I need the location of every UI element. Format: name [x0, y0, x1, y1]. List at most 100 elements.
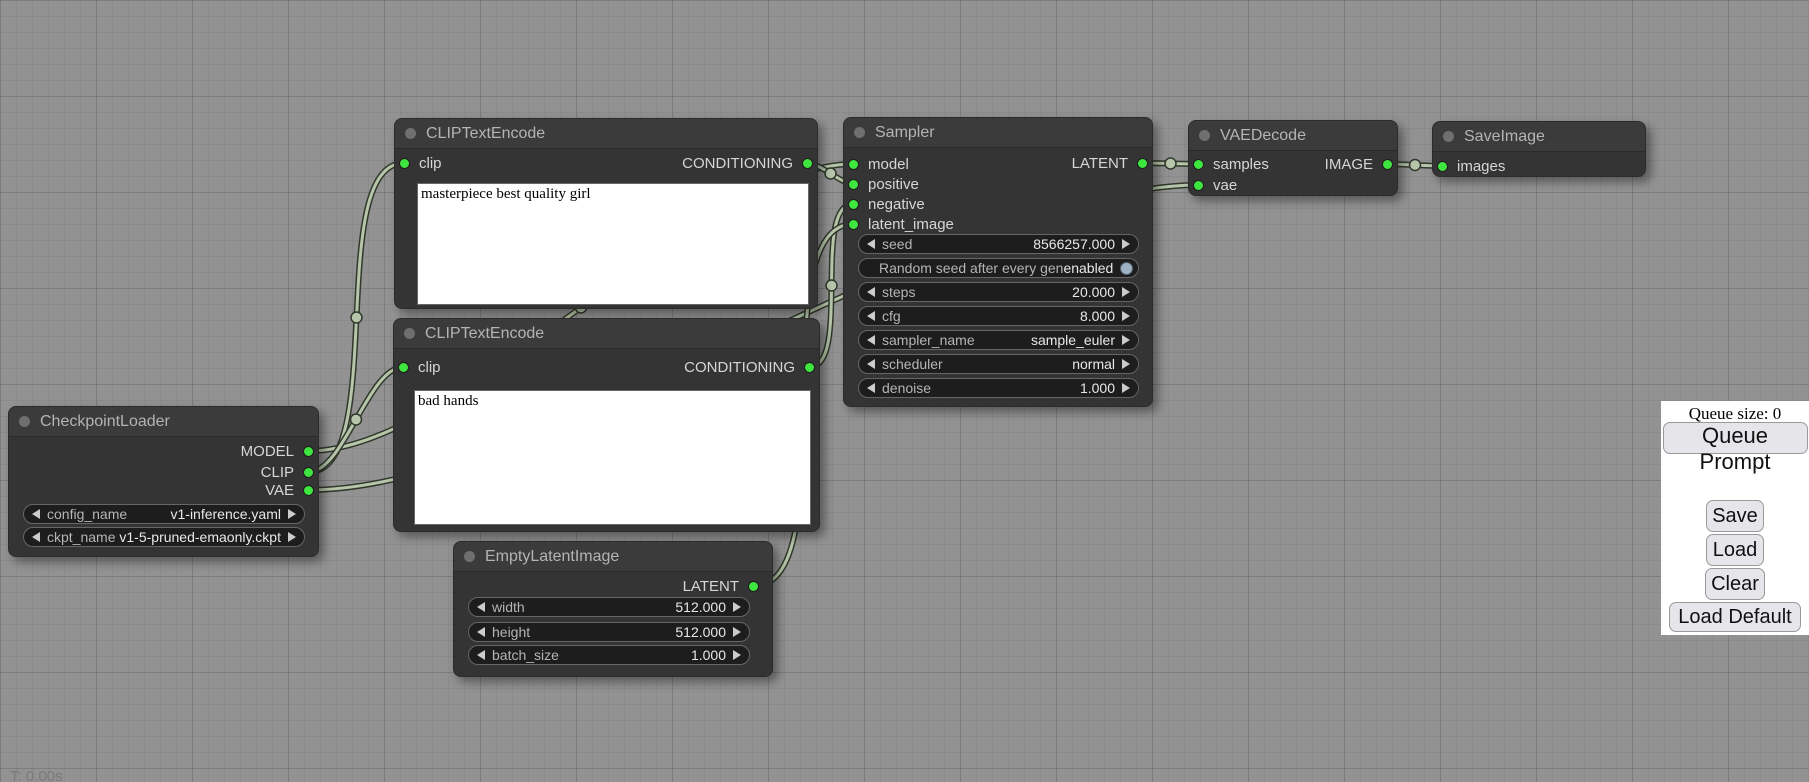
prompt-textarea[interactable]: masterpiece best quality girl [417, 183, 809, 305]
widget-value: sample_euler [1031, 332, 1115, 348]
slot-label: LATENT [1072, 155, 1128, 172]
output-dot-model[interactable] [303, 446, 314, 457]
input-dot-negative[interactable] [848, 199, 859, 210]
widget-value: 512.000 [675, 599, 726, 615]
prompt-textarea[interactable]: bad hands [414, 390, 811, 525]
node-title-bar[interactable]: CheckpointLoader [9, 407, 318, 437]
widget-width[interactable]: width 512.000 [468, 597, 750, 617]
node-clip-text-encode-positive[interactable]: CLIPTextEncode clip CONDITIONING masterp… [394, 118, 818, 309]
widget-value: 8.000 [1080, 308, 1115, 324]
decrement-arrow-icon[interactable] [477, 627, 485, 637]
widget-height[interactable]: height 512.000 [468, 622, 750, 642]
slot-label: LATENT [683, 578, 739, 595]
decrement-arrow-icon[interactable] [477, 650, 485, 660]
decrement-arrow-icon[interactable] [867, 239, 875, 249]
increment-arrow-icon[interactable] [733, 602, 741, 612]
queue-prompt-button[interactable]: Queue Prompt [1663, 422, 1808, 454]
output-dot-latent[interactable] [1137, 158, 1148, 169]
decrement-arrow-icon[interactable] [867, 287, 875, 297]
decrement-arrow-icon[interactable] [867, 335, 875, 345]
node-collapse-dot-icon[interactable] [405, 128, 416, 139]
input-slot-positive: positive [844, 174, 1152, 194]
output-slot-clip: CLIP [9, 462, 318, 482]
node-title-bar[interactable]: VAEDecode [1189, 121, 1397, 151]
widget-cfg[interactable]: cfg 8.000 [858, 306, 1139, 326]
increment-arrow-icon[interactable] [733, 650, 741, 660]
slot-label: negative [868, 196, 925, 213]
node-clip-text-encode-negative[interactable]: CLIPTextEncode clip CONDITIONING bad han… [393, 318, 820, 532]
input-dot-vae[interactable] [1193, 180, 1204, 191]
clear-button[interactable]: Clear [1705, 568, 1765, 600]
node-collapse-dot-icon[interactable] [464, 551, 475, 562]
widget-random-seed-toggle[interactable]: Random seed after every gen enabled [858, 258, 1139, 278]
save-button[interactable]: Save [1706, 500, 1764, 532]
decrement-arrow-icon[interactable] [867, 383, 875, 393]
slot-label: CONDITIONING [684, 359, 795, 376]
decrement-arrow-icon[interactable] [32, 532, 40, 542]
node-save-image[interactable]: SaveImage images [1432, 121, 1646, 177]
decrement-arrow-icon[interactable] [867, 311, 875, 321]
widget-steps[interactable]: steps 20.000 [858, 282, 1139, 302]
widget-label: Random seed after every gen [879, 260, 1063, 276]
node-vae-decode[interactable]: VAEDecode samples vae IMAGE [1188, 120, 1398, 196]
queue-menu-panel: Queue size: 0 Queue Prompt Save Load Cle… [1661, 401, 1809, 635]
node-collapse-dot-icon[interactable] [1443, 131, 1454, 142]
node-title-bar[interactable]: EmptyLatentImage [454, 542, 772, 572]
output-slot-vae: VAE [9, 480, 318, 500]
output-dot-latent[interactable] [748, 581, 759, 592]
node-title-bar[interactable]: Sampler [844, 118, 1152, 148]
output-dot-image[interactable] [1382, 159, 1393, 170]
graph-canvas[interactable]: CheckpointLoader MODEL CLIP VAE config_n… [0, 0, 1809, 782]
widget-value: 1.000 [691, 647, 726, 663]
increment-arrow-icon[interactable] [288, 532, 296, 542]
node-title-bar[interactable]: CLIPTextEncode [395, 119, 817, 149]
widget-ckpt-name[interactable]: ckpt_name v1-5-pruned-emaonly.ckpt [23, 527, 305, 547]
widget-sampler-name[interactable]: sampler_name sample_euler [858, 330, 1139, 350]
node-title-bar[interactable]: SaveImage [1433, 122, 1645, 152]
widget-value: 20.000 [1072, 284, 1115, 300]
slot-label: images [1457, 158, 1505, 175]
widget-value: 1.000 [1080, 380, 1115, 396]
node-empty-latent-image[interactable]: EmptyLatentImage LATENT width 512.000 he… [453, 541, 773, 677]
output-slot-conditioning: CONDITIONING [394, 357, 819, 377]
increment-arrow-icon[interactable] [1122, 359, 1130, 369]
widget-value: v1-inference.yaml [171, 506, 282, 522]
input-slot-negative: negative [844, 194, 1152, 214]
output-dot-conditioning[interactable] [804, 362, 815, 373]
input-dot-latent-image[interactable] [848, 219, 859, 230]
increment-arrow-icon[interactable] [1122, 335, 1130, 345]
output-dot-conditioning[interactable] [802, 158, 813, 169]
input-dot-images[interactable] [1437, 161, 1448, 172]
increment-arrow-icon[interactable] [1122, 311, 1130, 321]
widget-batch-size[interactable]: batch_size 1.000 [468, 645, 750, 665]
decrement-arrow-icon[interactable] [32, 509, 40, 519]
widget-label: width [492, 599, 525, 615]
toggle-circle-icon[interactable] [1120, 262, 1133, 275]
load-default-button[interactable]: Load Default [1669, 602, 1801, 632]
node-checkpoint-loader[interactable]: CheckpointLoader MODEL CLIP VAE config_n… [8, 406, 319, 557]
increment-arrow-icon[interactable] [1122, 287, 1130, 297]
node-title: CLIPTextEncode [425, 325, 544, 343]
widget-config-name[interactable]: config_name v1-inference.yaml [23, 504, 305, 524]
increment-arrow-icon[interactable] [1122, 383, 1130, 393]
widget-label: steps [882, 284, 915, 300]
output-dot-clip[interactable] [303, 467, 314, 478]
widget-seed[interactable]: seed 8566257.000 [858, 234, 1139, 254]
widget-scheduler[interactable]: scheduler normal [858, 354, 1139, 374]
node-collapse-dot-icon[interactable] [404, 328, 415, 339]
slot-label: CLIP [261, 464, 294, 481]
decrement-arrow-icon[interactable] [867, 359, 875, 369]
node-collapse-dot-icon[interactable] [19, 416, 30, 427]
node-collapse-dot-icon[interactable] [854, 127, 865, 138]
widget-denoise[interactable]: denoise 1.000 [858, 378, 1139, 398]
output-dot-vae[interactable] [303, 485, 314, 496]
node-collapse-dot-icon[interactable] [1199, 130, 1210, 141]
node-sampler[interactable]: Sampler model positive negative latent_i… [843, 117, 1153, 407]
node-title-bar[interactable]: CLIPTextEncode [394, 319, 819, 349]
increment-arrow-icon[interactable] [288, 509, 296, 519]
load-button[interactable]: Load [1706, 534, 1764, 566]
increment-arrow-icon[interactable] [1122, 239, 1130, 249]
input-dot-positive[interactable] [848, 179, 859, 190]
decrement-arrow-icon[interactable] [477, 602, 485, 612]
increment-arrow-icon[interactable] [733, 627, 741, 637]
